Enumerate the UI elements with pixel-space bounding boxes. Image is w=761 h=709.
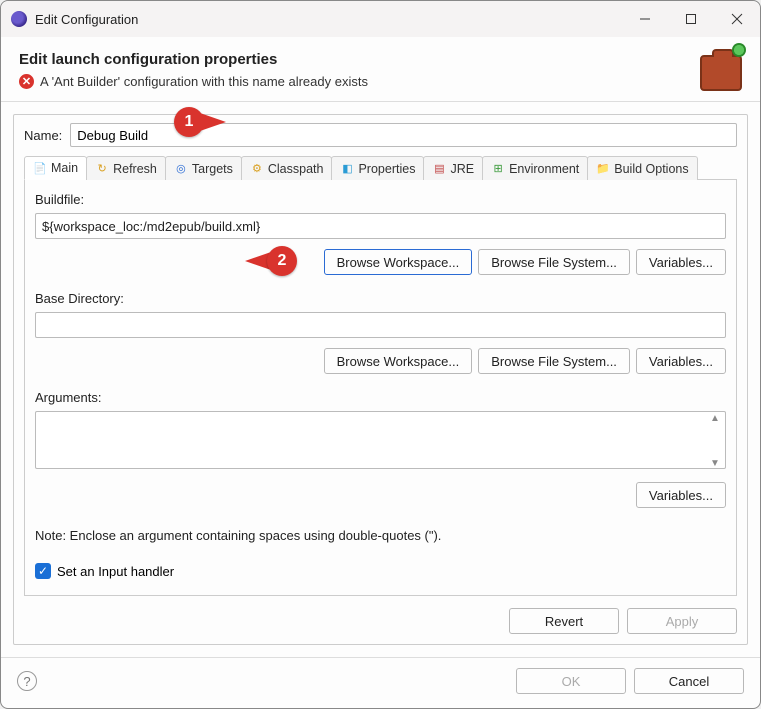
titlebar: Edit Configuration: [1, 1, 760, 37]
name-label: Name:: [24, 128, 62, 143]
buildfile-label: Buildfile:: [35, 192, 726, 207]
arguments-variables-button[interactable]: Variables...: [636, 482, 726, 508]
cancel-button[interactable]: Cancel: [634, 668, 744, 694]
tab-environment[interactable]: ⊞Environment: [482, 156, 588, 180]
callout-2: 2: [245, 246, 297, 276]
apply-button[interactable]: Apply: [627, 608, 737, 634]
input-handler-label: Set an Input handler: [57, 564, 174, 579]
basedir-label: Base Directory:: [35, 291, 726, 306]
chevron-down-icon: ▼: [707, 459, 723, 469]
buildfile-browse-workspace-button[interactable]: Browse Workspace...: [324, 249, 473, 275]
help-button[interactable]: ?: [17, 671, 37, 691]
name-input[interactable]: [70, 123, 737, 147]
refresh-icon: ↻: [95, 162, 109, 176]
buildfile-input[interactable]: [35, 213, 726, 239]
build-icon: 📁: [596, 162, 610, 176]
close-button[interactable]: [714, 1, 760, 37]
callout-1: 1: [174, 107, 226, 137]
dialog-title: Edit launch configuration properties: [19, 51, 700, 68]
environment-icon: ⊞: [491, 162, 505, 176]
tab-build-options[interactable]: 📁Build Options: [587, 156, 697, 180]
tab-main[interactable]: 📄Main: [24, 156, 87, 180]
tab-targets[interactable]: ◎Targets: [165, 156, 242, 180]
app-icon: [11, 11, 27, 27]
tab-bar: 📄Main ↻Refresh ◎Targets ⚙Classpath ◧Prop…: [24, 155, 737, 180]
tab-properties[interactable]: ◧Properties: [331, 156, 424, 180]
arguments-spinner[interactable]: ▲▼: [707, 414, 723, 469]
jre-icon: ▤: [432, 162, 446, 176]
properties-icon: ◧: [340, 162, 354, 176]
error-text: A 'Ant Builder' configuration with this …: [40, 74, 368, 89]
tab-jre[interactable]: ▤JRE: [423, 156, 483, 180]
arguments-input[interactable]: [35, 411, 726, 469]
minimize-button[interactable]: [622, 1, 668, 37]
classpath-icon: ⚙: [250, 162, 264, 176]
basedir-variables-button[interactable]: Variables...: [636, 348, 726, 374]
chevron-up-icon: ▲: [707, 414, 723, 424]
revert-button[interactable]: Revert: [509, 608, 619, 634]
basedir-input[interactable]: [35, 312, 726, 338]
toolbox-icon: [700, 55, 742, 91]
doc-icon: 📄: [33, 161, 47, 175]
input-handler-checkbox[interactable]: ✓: [35, 563, 51, 579]
error-icon: ✕: [19, 74, 34, 89]
ok-button[interactable]: OK: [516, 668, 626, 694]
maximize-button[interactable]: [668, 1, 714, 37]
tab-classpath[interactable]: ⚙Classpath: [241, 156, 333, 180]
dialog-header: Edit launch configuration properties ✕ A…: [1, 37, 760, 102]
target-icon: ◎: [174, 162, 188, 176]
window-title: Edit Configuration: [35, 12, 622, 27]
basedir-browse-filesystem-button[interactable]: Browse File System...: [478, 348, 630, 374]
arguments-label: Arguments:: [35, 390, 726, 405]
buildfile-browse-filesystem-button[interactable]: Browse File System...: [478, 249, 630, 275]
tab-refresh[interactable]: ↻Refresh: [86, 156, 166, 180]
arguments-note: Note: Enclose an argument containing spa…: [35, 528, 726, 543]
basedir-browse-workspace-button[interactable]: Browse Workspace...: [324, 348, 473, 374]
buildfile-variables-button[interactable]: Variables...: [636, 249, 726, 275]
